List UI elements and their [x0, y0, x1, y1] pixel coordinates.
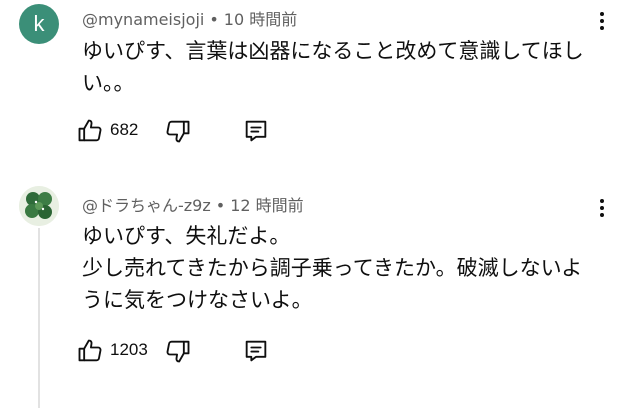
avatar[interactable]: k — [19, 4, 59, 44]
like-button[interactable] — [76, 337, 112, 367]
meta-separator: • — [209, 10, 219, 29]
comment-meta: @ドラちゃん-z9z • 12 時間前 — [82, 192, 304, 216]
thumb-up-icon — [78, 119, 102, 142]
reply-button[interactable] — [242, 117, 274, 147]
like-button[interactable] — [76, 117, 112, 147]
comment-meta: @mynameisjoji • 10 時間前 — [82, 6, 297, 30]
comment-timestamp[interactable]: 10 時間前 — [224, 10, 297, 29]
reply-button[interactable] — [242, 337, 274, 367]
comment-text: ゆいぴす、失礼だよ。 少し売れてきたから調子乗ってきたか。破滅しないよ うに気を… — [82, 224, 583, 312]
dislike-button[interactable] — [164, 117, 196, 147]
thumb-down-icon — [166, 120, 190, 143]
avatar[interactable] — [19, 186, 59, 226]
like-count: 1203 — [110, 340, 148, 359]
comment-timestamp[interactable]: 12 時間前 — [230, 196, 303, 215]
comment-text: ゆいぴす、言葉は凶器になること改めて意識してほし い。。 — [82, 39, 584, 95]
author-name[interactable]: @ドラちゃん-z9z — [82, 196, 211, 215]
more-vertical-icon — [592, 12, 612, 30]
like-count: 682 — [110, 120, 139, 139]
comment-item: k @mynameisjoji • 10 時間前 ゆいぴす、言葉は凶器になること改め… — [0, 0, 640, 160]
thumb-down-icon — [166, 340, 190, 363]
comment-icon — [245, 120, 267, 142]
thread-line — [38, 228, 40, 408]
author-name[interactable]: @mynameisjoji — [82, 10, 204, 29]
comment-icon — [245, 340, 267, 362]
more-options-button[interactable] — [592, 196, 612, 222]
comment-item: @ドラちゃん-z9z • 12 時間前 ゆいぴす、失礼だよ。 少し売れてきたから調子… — [0, 178, 640, 408]
meta-separator: • — [215, 196, 226, 215]
thumb-up-icon — [78, 339, 102, 362]
more-options-button[interactable] — [592, 9, 612, 35]
more-vertical-icon — [592, 199, 612, 217]
dislike-button[interactable] — [164, 337, 196, 367]
clover-avatar-image — [19, 186, 59, 226]
